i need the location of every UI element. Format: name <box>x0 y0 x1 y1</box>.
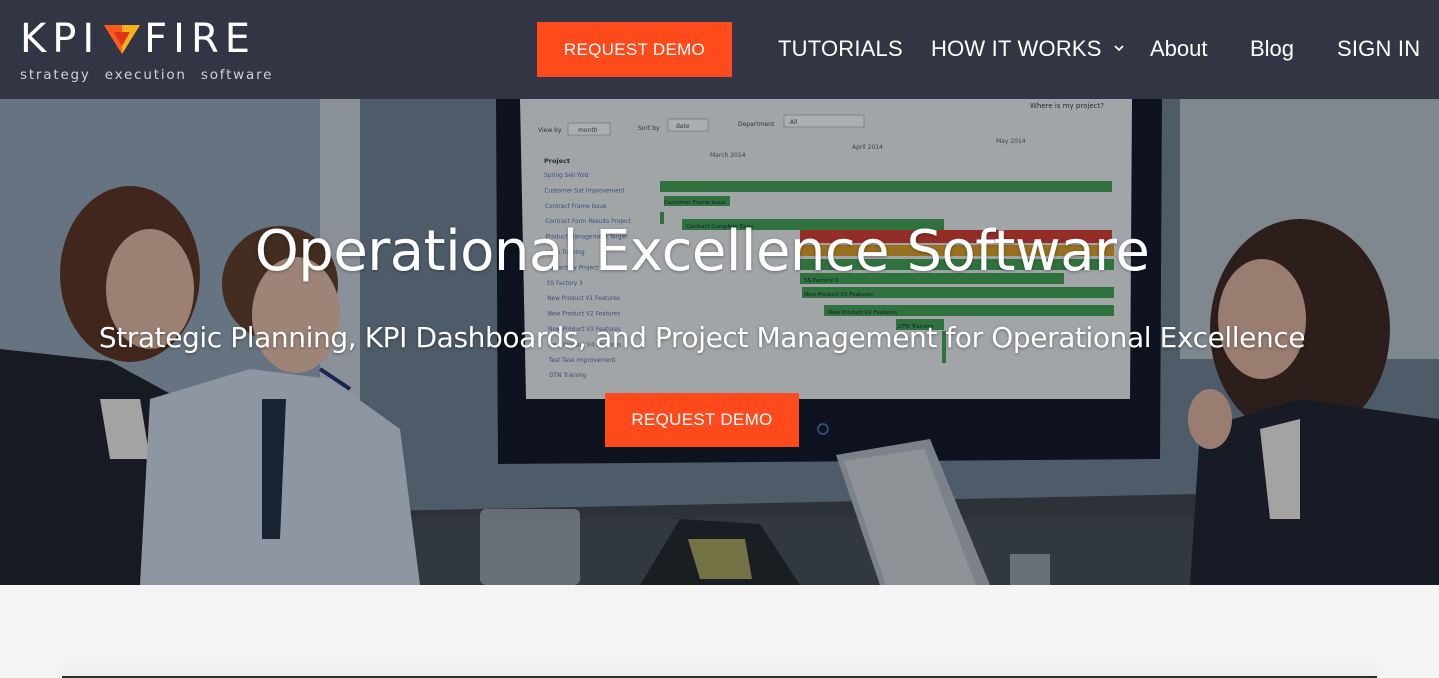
nav-link-blog[interactable]: Blog <box>1250 30 1294 68</box>
content-section <box>0 585 1439 678</box>
flame-triangle-icon <box>104 25 141 54</box>
logo-text-fire: FIRE <box>144 16 257 62</box>
hero-subtitle: Strategic Planning, KPI Dashboards, and … <box>98 321 1306 354</box>
chevron-down-icon <box>1114 45 1124 52</box>
nav-request-demo-button[interactable]: REQUEST DEMO <box>537 22 732 77</box>
kpifire-logo[interactable]: KPI FIRE strategy execution software <box>20 16 320 88</box>
nav-link-sign-in[interactable]: SIGN IN <box>1337 30 1420 68</box>
hero-request-demo-button[interactable]: REQUEST DEMO <box>605 393 799 447</box>
logo-wordmark: KPI FIRE <box>20 16 257 62</box>
nav-link-about[interactable]: About <box>1150 30 1208 68</box>
nav-link-tutorials[interactable]: TUTORIALS <box>778 30 903 68</box>
logo-text-kpi: KPI <box>20 16 101 62</box>
logo-tagline: strategy execution software <box>20 67 274 83</box>
top-navbar: KPI FIRE strategy execution software REQ… <box>0 0 1439 99</box>
hero-title: Operational Excellence Software <box>254 219 1150 284</box>
nav-link-how-it-works[interactable]: HOW IT WORKS <box>931 30 1124 68</box>
nav-link-how-it-works-label: HOW IT WORKS <box>931 36 1102 61</box>
hero-section: Where is my project? View by month Sort … <box>0 99 1439 585</box>
